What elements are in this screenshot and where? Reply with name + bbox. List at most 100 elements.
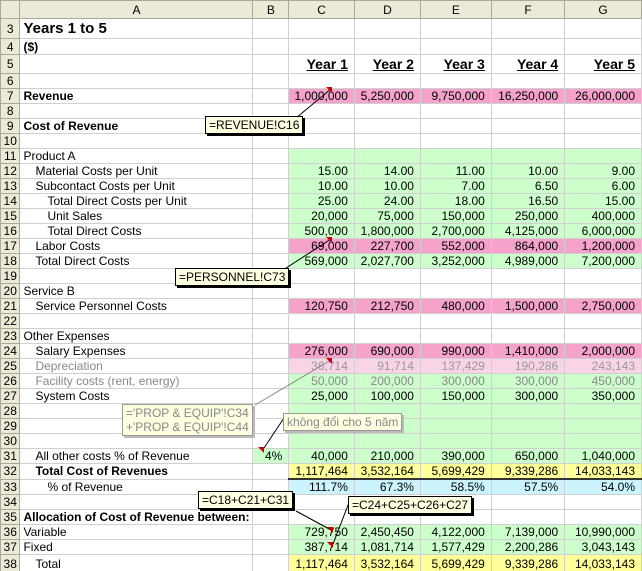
value-cell[interactable]: 1,500,000 (490, 298, 566, 314)
value-cell[interactable]: 57.5% (490, 478, 566, 495)
row-header[interactable]: 36 (0, 524, 21, 540)
row-header[interactable]: 13 (0, 178, 21, 194)
cell-b[interactable] (252, 554, 290, 571)
value-cell[interactable] (419, 283, 492, 299)
row-header[interactable]: 26 (0, 373, 21, 389)
row-header[interactable]: 9 (0, 118, 21, 134)
column-header-A[interactable]: A (19, 0, 254, 19)
value-cell[interactable]: 69,000 (288, 238, 355, 254)
value-cell[interactable] (564, 403, 642, 419)
column-header-E[interactable]: E (419, 0, 492, 19)
value-cell[interactable]: 91,714 (353, 358, 421, 374)
value-cell[interactable]: 212,750 (353, 298, 421, 314)
value-cell[interactable]: 10.00 (490, 163, 566, 179)
value-cell[interactable]: 25.00 (288, 193, 355, 209)
value-cell[interactable]: 300,000 (490, 373, 566, 389)
value-cell[interactable] (490, 268, 566, 284)
cell-b[interactable] (252, 313, 290, 329)
value-cell[interactable]: 1,081,714 (353, 539, 421, 555)
value-cell[interactable]: 9,339,286 (490, 463, 566, 480)
label-cell[interactable]: Total Cost of Revenues (19, 463, 254, 480)
value-cell[interactable]: 250,000 (490, 208, 566, 224)
row-header[interactable]: 20 (0, 283, 21, 299)
value-cell[interactable]: 450,000 (564, 373, 642, 389)
row-header[interactable]: 33 (0, 478, 21, 495)
cell-b[interactable] (252, 73, 290, 89)
cell-b[interactable] (252, 18, 290, 39)
value-cell[interactable] (490, 73, 566, 89)
cell-b[interactable] (252, 178, 290, 194)
value-cell[interactable]: 6,000,000 (564, 223, 642, 239)
cell-b[interactable] (252, 163, 290, 179)
value-cell[interactable]: 15.00 (288, 163, 355, 179)
label-cell[interactable]: Material Costs per Unit (19, 163, 254, 179)
value-cell[interactable] (288, 283, 355, 299)
cell-b[interactable] (252, 328, 290, 344)
value-cell[interactable] (490, 118, 566, 134)
value-cell[interactable] (419, 268, 492, 284)
row-header[interactable]: 5 (0, 54, 21, 74)
cell-b[interactable] (252, 509, 290, 525)
value-cell[interactable]: 864,000 (490, 238, 566, 254)
cell-b[interactable] (252, 343, 290, 359)
value-cell[interactable]: 9,750,000 (419, 88, 492, 104)
comment-indicator-icon[interactable] (326, 358, 332, 364)
row-header[interactable]: 16 (0, 223, 21, 239)
value-cell[interactable]: 1,040,000 (564, 448, 642, 464)
value-cell[interactable]: 10.00 (353, 178, 421, 194)
value-cell[interactable] (288, 38, 355, 55)
label-cell[interactable]: Salary Expenses (19, 343, 254, 359)
value-cell[interactable]: Year 5 (564, 54, 642, 74)
value-cell[interactable] (353, 18, 421, 39)
value-cell[interactable] (419, 403, 492, 419)
value-cell[interactable]: Year 1 (288, 54, 355, 74)
value-cell[interactable]: 15.00 (564, 193, 642, 209)
row-header[interactable]: 30 (0, 433, 21, 449)
value-cell[interactable]: 5,250,000 (353, 88, 421, 104)
label-cell[interactable]: Service Personnel Costs (19, 298, 254, 314)
value-cell[interactable]: 111.7% (288, 478, 355, 495)
value-cell[interactable] (564, 433, 642, 449)
row-header[interactable]: 32 (0, 463, 21, 480)
value-cell[interactable] (564, 18, 642, 39)
label-cell[interactable]: Unit Sales (19, 208, 254, 224)
value-cell[interactable] (564, 133, 642, 149)
value-cell[interactable]: 190,286 (490, 358, 566, 374)
value-cell[interactable]: 16,250,000 (490, 88, 566, 104)
value-cell[interactable]: 690,000 (353, 343, 421, 359)
label-cell[interactable]: Variable (19, 524, 254, 540)
value-cell[interactable] (353, 118, 421, 134)
value-cell[interactable]: 150,000 (419, 208, 492, 224)
value-cell[interactable] (353, 103, 421, 119)
label-cell[interactable]: Other Expenses (19, 328, 254, 344)
value-cell[interactable]: 200,000 (353, 373, 421, 389)
value-cell[interactable] (490, 133, 566, 149)
value-cell[interactable]: 16.50 (490, 193, 566, 209)
value-cell[interactable]: 300,000 (419, 373, 492, 389)
row-header[interactable]: 23 (0, 328, 21, 344)
value-cell[interactable] (419, 118, 492, 134)
value-cell[interactable] (288, 133, 355, 149)
row-header[interactable]: 27 (0, 388, 21, 404)
row-header[interactable]: 19 (0, 268, 21, 284)
value-cell[interactable]: 25,000 (288, 388, 355, 404)
value-cell[interactable] (353, 73, 421, 89)
value-cell[interactable]: 40,000 (288, 448, 355, 464)
row-header[interactable]: 34 (0, 494, 21, 510)
value-cell[interactable]: Year 2 (353, 54, 421, 74)
value-cell[interactable] (419, 328, 492, 344)
value-cell[interactable]: 7.00 (419, 178, 492, 194)
value-cell[interactable] (353, 313, 421, 329)
label-cell[interactable]: Revenue (19, 88, 254, 104)
value-cell[interactable]: 6.00 (564, 178, 642, 194)
value-cell[interactable]: 4,989,000 (490, 253, 566, 269)
row-header[interactable]: 10 (0, 133, 21, 149)
label-cell[interactable]: Years 1 to 5 (19, 18, 254, 39)
label-cell[interactable]: Depreciation (19, 358, 254, 374)
row-header[interactable]: 28 (0, 403, 21, 419)
value-cell[interactable]: 2,700,000 (419, 223, 492, 239)
value-cell[interactable]: 227,700 (353, 238, 421, 254)
value-cell[interactable]: 14,033,143 (564, 463, 642, 480)
value-cell[interactable] (564, 283, 642, 299)
cell-b[interactable] (252, 253, 290, 269)
